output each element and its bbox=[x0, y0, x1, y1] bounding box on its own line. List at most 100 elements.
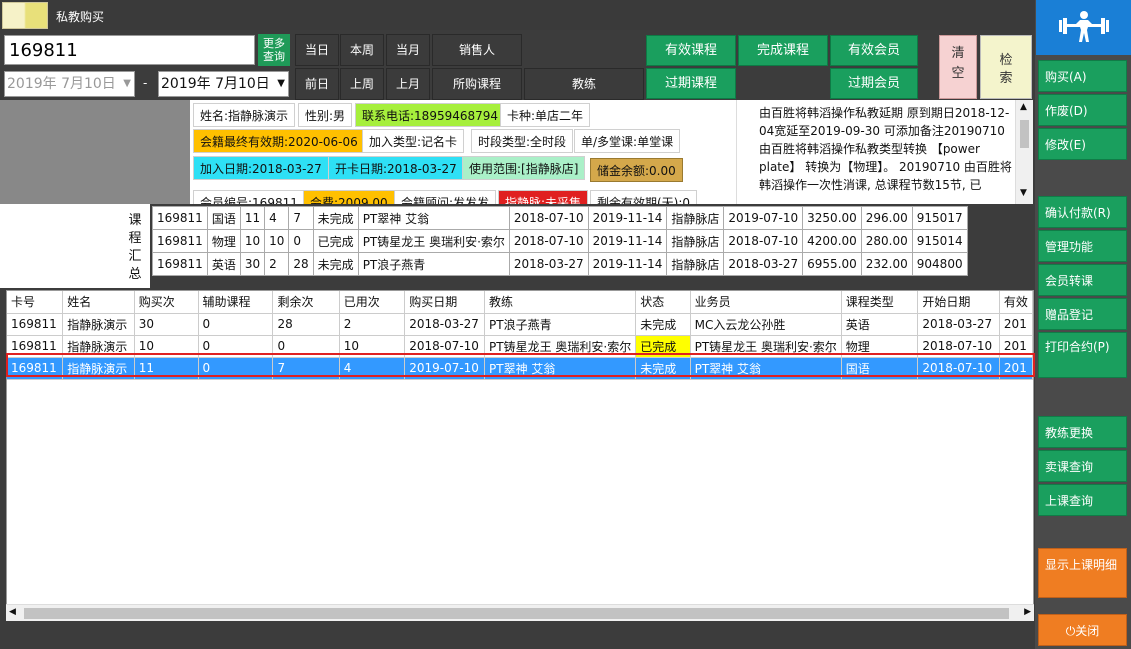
chevron-down-icon: ▼ bbox=[123, 78, 131, 89]
purchase-grid[interactable]: 卡号 姓名 购买次 辅助课程 剩余次 已用次 购买日期 教练 状态 业务员 课程类型 开始日期 有效 1… bbox=[6, 290, 1034, 620]
clear-button[interactable]: 清空 bbox=[939, 35, 977, 99]
coach-change-button[interactable]: 教练更换 bbox=[1038, 416, 1127, 448]
show-class-detail-button[interactable]: 显示上课明细 bbox=[1038, 548, 1127, 598]
column-header[interactable]: 已用次 bbox=[339, 291, 406, 314]
column-header[interactable]: 剩余次 bbox=[272, 291, 340, 314]
table-cell: 已完成 bbox=[635, 335, 691, 358]
date-to-value: 2019年 7月10日 bbox=[161, 76, 270, 92]
today-button[interactable]: 当日 bbox=[295, 34, 339, 66]
confirm-payment-button[interactable]: 确认付款(R) bbox=[1038, 196, 1127, 228]
table-cell: 4 bbox=[339, 357, 406, 380]
scroll-left-icon[interactable]: ◀ bbox=[9, 607, 16, 617]
column-header[interactable]: 购买次 bbox=[134, 291, 199, 314]
gift-register-button[interactable]: 赠品登记 bbox=[1038, 298, 1127, 330]
table-row[interactable]: 169811 指静脉演示 30 0 28 2 2018-03-27 PT浪子燕青 未完成 MC入云… bbox=[7, 313, 1033, 336]
table-row[interactable]: 169811 指静脉演示 11 0 7 4 2019-07-10 PT翠神 艾翁 未完成 PT翠神… bbox=[7, 357, 1033, 380]
summary-row: 169811 物理 10 10 0 已完成 PT铸星龙王 奥瑞利安·索尔 2018-07-10… bbox=[152, 229, 968, 253]
member-time-type: 时段类型:全时段 bbox=[471, 129, 574, 153]
member-remaining-days: 剩余有效期(天):0 bbox=[590, 190, 698, 204]
more-query-button[interactable]: 更多查询 bbox=[258, 34, 290, 66]
class-query-button[interactable]: 上课查询 bbox=[1038, 484, 1127, 516]
chevron-down-icon: ▼ bbox=[277, 78, 285, 89]
summary-cell: 4 bbox=[264, 206, 290, 230]
summary-cell: 915017 bbox=[911, 206, 968, 230]
summary-row: 169811 国语 11 4 7 未完成 PT翠神 艾翁 2018-07-10 2019-11-… bbox=[152, 206, 968, 230]
summary-cell: PT铸星龙王 奥瑞利安·索尔 bbox=[357, 229, 510, 253]
search-button[interactable]: 检索 bbox=[980, 35, 1032, 99]
table-row[interactable]: 169811 指静脉演示 10 0 0 10 2018-07-10 PT铸星龙王 奥瑞利安·索… bbox=[7, 335, 1033, 358]
column-header[interactable]: 姓名 bbox=[62, 291, 135, 314]
table-cell: 28 bbox=[272, 313, 340, 336]
last-week-button[interactable]: 上周 bbox=[340, 68, 384, 100]
column-header[interactable]: 辅助课程 bbox=[198, 291, 274, 314]
yesterday-button[interactable]: 前日 bbox=[295, 68, 339, 100]
summary-cell: 指静脉店 bbox=[666, 252, 725, 276]
summary-cell: 169811 bbox=[152, 229, 208, 253]
weightlifter-icon bbox=[1059, 11, 1109, 42]
this-week-button[interactable]: 本周 bbox=[340, 34, 384, 66]
salesperson-button[interactable]: 销售人 bbox=[432, 34, 522, 66]
summary-cell: 未完成 bbox=[312, 206, 359, 230]
coach-button[interactable]: 教练 bbox=[524, 68, 644, 100]
date-to-select[interactable]: 2019年 7月10日 ▼ bbox=[158, 71, 289, 97]
table-cell: 169811 bbox=[7, 313, 64, 336]
table-cell: 未完成 bbox=[635, 357, 691, 380]
course-button[interactable]: 所购课程 bbox=[432, 68, 522, 100]
buy-button[interactable]: 购买(A) bbox=[1038, 60, 1127, 92]
member-scope: 使用范围:[指静脉店] bbox=[462, 156, 586, 180]
member-name: 姓名:指静脉演示 bbox=[193, 103, 296, 127]
last-month-button[interactable]: 上月 bbox=[386, 68, 430, 100]
card-number-input[interactable] bbox=[4, 35, 255, 65]
table-cell: 2019-07-10 bbox=[404, 357, 486, 380]
table-cell: PT翠神 艾翁 bbox=[484, 357, 637, 380]
column-header[interactable]: 状态 bbox=[635, 291, 691, 314]
member-multi-class: 单/多堂课:单堂课 bbox=[574, 129, 681, 153]
done-course-button[interactable]: 完成课程 bbox=[738, 35, 828, 66]
summary-cell: 2018-07-10 bbox=[723, 229, 804, 253]
summary-cell: 232.00 bbox=[860, 252, 913, 276]
summary-cell: PT翠神 艾翁 bbox=[357, 206, 510, 230]
table-cell: 2018-07-10 bbox=[404, 335, 486, 358]
notes-scroll-thumb[interactable] bbox=[1020, 120, 1029, 148]
column-header[interactable]: 课程类型 bbox=[841, 291, 919, 314]
table-cell: PT铸星龙王 奥瑞利安·索尔 bbox=[690, 335, 842, 358]
print-contract-button[interactable]: 打印合约(P) bbox=[1038, 332, 1127, 378]
expired-member-button[interactable]: 过期会员 bbox=[830, 68, 918, 99]
valid-member-button[interactable]: 有效会员 bbox=[830, 35, 918, 66]
table-cell: PT浪子燕青 bbox=[484, 313, 637, 336]
edit-button[interactable]: 修改(E) bbox=[1038, 128, 1127, 160]
summary-label: 课程汇总 bbox=[128, 213, 142, 282]
close-button[interactable]: ⏻关闭 bbox=[1038, 614, 1127, 646]
expired-course-button[interactable]: 过期课程 bbox=[646, 68, 736, 99]
column-header[interactable]: 开始日期 bbox=[917, 291, 1000, 314]
column-header[interactable]: 有效 bbox=[999, 291, 1033, 314]
scroll-up-icon[interactable]: ▲ bbox=[1020, 102, 1027, 112]
member-transfer-button[interactable]: 会员转课 bbox=[1038, 264, 1127, 296]
table-cell: PT铸星龙王 奥瑞利安·索尔 bbox=[484, 335, 637, 358]
sold-course-query-button[interactable]: 卖课查询 bbox=[1038, 450, 1127, 482]
table-cell: 11 bbox=[134, 357, 199, 380]
member-join-type: 加入类型:记名卡 bbox=[362, 129, 465, 153]
table-cell: 0 bbox=[198, 357, 274, 380]
notes-scrollbar[interactable]: ▲ ▼ bbox=[1015, 100, 1033, 204]
title-bar bbox=[0, 0, 1035, 30]
summary-cell: 280.00 bbox=[860, 229, 913, 253]
window-title: 私教购买 bbox=[56, 10, 105, 24]
column-header[interactable]: 教练 bbox=[484, 291, 637, 314]
table-cell: PT翠神 艾翁 bbox=[690, 357, 842, 380]
date-from-select[interactable]: 2019年 7月10日 ▼ bbox=[4, 71, 135, 97]
table-cell: 未完成 bbox=[635, 313, 691, 336]
column-header[interactable]: 卡号 bbox=[7, 291, 64, 314]
this-month-button[interactable]: 当月 bbox=[386, 34, 430, 66]
column-header[interactable]: 购买日期 bbox=[404, 291, 486, 314]
scroll-down-icon[interactable]: ▼ bbox=[1020, 188, 1027, 198]
horizontal-scroll-thumb[interactable] bbox=[24, 608, 1009, 619]
manage-button[interactable]: 管理功能 bbox=[1038, 230, 1127, 262]
column-header[interactable]: 业务员 bbox=[690, 291, 842, 314]
valid-course-button[interactable]: 有效课程 bbox=[646, 35, 736, 66]
void-button[interactable]: 作废(D) bbox=[1038, 94, 1127, 126]
scroll-right-icon[interactable]: ▶ bbox=[1024, 607, 1031, 617]
course-summary-table: 169811 国语 11 4 7 未完成 PT翠神 艾翁 2018-07-10 2019-11-… bbox=[152, 206, 968, 276]
horizontal-scrollbar[interactable]: ◀ ▶ bbox=[6, 604, 1034, 621]
summary-cell: 物理 bbox=[206, 229, 241, 253]
